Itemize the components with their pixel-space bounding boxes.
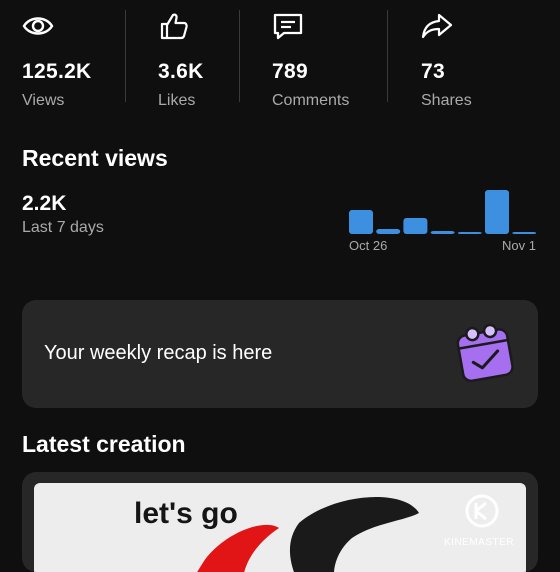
chart-end-label: Nov 1 — [502, 238, 536, 253]
share-icon — [421, 13, 453, 39]
stat-views-value: 125.2K — [22, 60, 92, 83]
recent-views-title: Recent views — [22, 145, 168, 171]
stat-likes-label: Likes — [158, 92, 196, 109]
chart-bar — [457, 232, 482, 234]
latest-creation-title: Latest creation — [22, 431, 186, 457]
chart-bar — [485, 190, 509, 234]
comment-icon — [273, 13, 303, 40]
chart-start-label: Oct 26 — [349, 238, 388, 253]
thumbnail-caption: let's go — [134, 497, 238, 530]
chart-bar — [349, 210, 373, 234]
stat-comments-label: Comments — [272, 92, 350, 109]
chart-bar — [430, 231, 455, 234]
recent-views-value: 2.2K — [22, 192, 67, 215]
thumbs-up-icon — [160, 13, 188, 40]
chart-bar — [403, 218, 428, 234]
weekly-recap-card[interactable]: Your weekly recap is here — [22, 300, 538, 408]
stat-shares-label: Shares — [421, 92, 472, 109]
stat-views[interactable]: 125.2K Views — [22, 10, 142, 109]
kinemaster-watermark: KINEMASTER — [444, 537, 515, 548]
divider — [125, 10, 126, 102]
recent-views-period: Last 7 days — [22, 219, 104, 236]
stat-views-label: Views — [22, 92, 65, 109]
stat-shares-value: 73 — [421, 60, 445, 83]
weekly-recap-text: Your weekly recap is here — [44, 342, 273, 364]
stat-shares[interactable]: 73 Shares — [421, 10, 541, 109]
weekly-recap-calendar-icon — [456, 323, 514, 383]
stat-comments[interactable]: 789 Comments — [272, 10, 392, 109]
latest-creation-card[interactable]: let's go KINEMASTER — [22, 472, 538, 572]
stat-likes[interactable]: 3.6K Likes — [158, 10, 278, 109]
thumbnail-artwork — [197, 494, 499, 572]
stat-likes-value: 3.6K — [158, 60, 204, 83]
chart-bar — [512, 232, 537, 234]
divider — [387, 10, 388, 102]
chart-bar — [376, 229, 401, 234]
eye-icon — [22, 17, 54, 35]
stats-row: 125.2K Views 3.6K Likes 789 Comments 73 … — [0, 0, 560, 110]
divider — [239, 10, 240, 102]
video-thumbnail[interactable]: let's go KINEMASTER — [34, 483, 526, 572]
stat-comments-value: 789 — [272, 60, 308, 83]
